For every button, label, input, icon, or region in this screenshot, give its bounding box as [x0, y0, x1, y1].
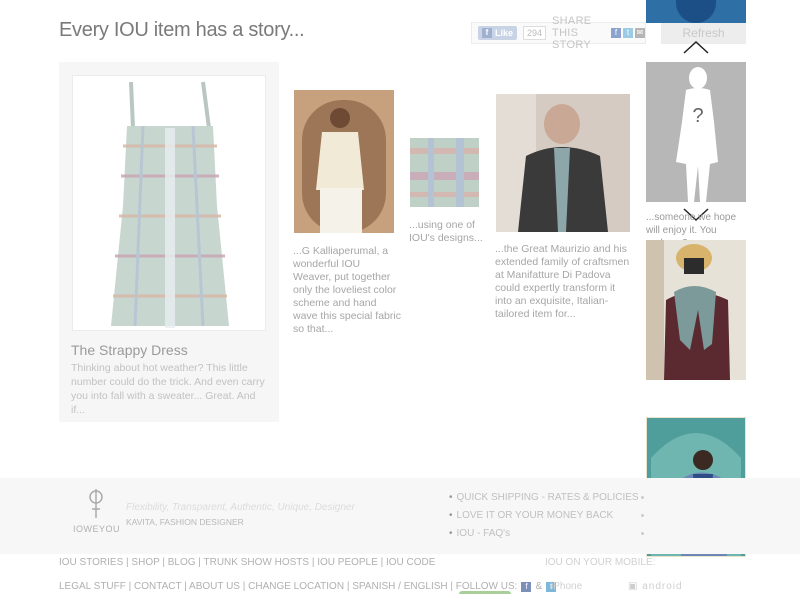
android-icon: ▣ — [628, 581, 639, 592]
weaver-image — [294, 90, 394, 233]
page-title: Every IOU item has a story... — [59, 19, 305, 41]
share-bar: f Like 294 SHARE THIS STORY f t ✉ — [471, 15, 646, 51]
link-faq[interactable]: IOU - FAQ's — [449, 525, 639, 543]
bullet-icon — [641, 532, 644, 535]
link-guarantee[interactable]: LOVE IT OR YOUR MONEY BACK — [449, 507, 639, 525]
featured-item-description: Thinking about hot weather? This little … — [71, 362, 265, 416]
testimonial-author: KAVITA, FASHION DESIGNER — [126, 517, 244, 527]
story-caption-tailor: ...the Great Maurizio and his extended f… — [495, 243, 630, 320]
chevron-up-icon[interactable] — [683, 40, 709, 54]
footer — [0, 478, 800, 554]
customer-photo-image — [646, 240, 746, 380]
silhouette-icon: ? — [676, 67, 718, 202]
android-app-link[interactable]: ▣ android — [628, 581, 683, 592]
tailor-image — [496, 94, 630, 232]
carousel-item-partial[interactable] — [646, 0, 746, 23]
iphone-app-link[interactable]: iPhone — [551, 581, 582, 592]
facebook-share-icon[interactable]: f — [611, 28, 621, 38]
follow-amp: & — [535, 581, 543, 592]
footer-nav-primary[interactable]: IOU STORIES | SHOP | BLOG | TRUNK SHOW H… — [59, 557, 435, 568]
fabric-swatch — [410, 138, 479, 207]
tailor-photo — [496, 94, 630, 232]
iphone-label: iPhone — [551, 581, 583, 592]
footer-nav-secondary-links[interactable]: LEGAL STUFF | CONTACT | ABOUT US | CHANG… — [59, 581, 517, 592]
footer-links: QUICK SHIPPING - RATES & POLICIES LOVE I… — [449, 489, 639, 543]
product-image[interactable] — [72, 75, 266, 331]
fabric-image — [410, 138, 479, 207]
facebook-follow-icon[interactable]: f — [521, 581, 532, 592]
customer-photo-camera[interactable] — [646, 240, 746, 380]
story-caption-weaver: ...G Kalliaperumal, a wonderful IOU Weav… — [293, 245, 401, 335]
logo-wordmark[interactable]: IOWEYOU — [73, 524, 120, 534]
twitter-share-icon[interactable]: t — [623, 28, 633, 38]
facebook-like-button[interactable]: f Like — [478, 26, 518, 40]
facebook-icon: f — [482, 28, 492, 38]
share-icons: f t ✉ — [611, 28, 645, 38]
dress-image — [111, 81, 229, 328]
svg-text:?: ? — [692, 105, 703, 127]
mobile-label: IOU ON YOUR MOBILE: — [545, 557, 656, 568]
email-share-icon[interactable]: ✉ — [635, 28, 645, 38]
bullet-icon — [641, 514, 644, 517]
story-caption-design: ...using one of IOU's designs... — [409, 219, 483, 244]
mystery-person-image[interactable]: ? — [646, 62, 746, 202]
like-label: Like — [495, 28, 514, 38]
android-label: android — [642, 581, 683, 592]
weaver-photo — [294, 90, 394, 233]
share-label: SHARE THIS STORY — [552, 15, 592, 51]
ioweyou-logo-icon[interactable] — [84, 487, 108, 519]
like-count: 294 — [523, 26, 547, 40]
link-shipping[interactable]: QUICK SHIPPING - RATES & POLICIES — [449, 489, 639, 507]
bullet-icon — [641, 496, 644, 499]
featured-item-title[interactable]: The Strappy Dress — [71, 342, 188, 358]
testimonial-quote: Flexibility, Transparent, Authentic, Uni… — [126, 502, 355, 513]
